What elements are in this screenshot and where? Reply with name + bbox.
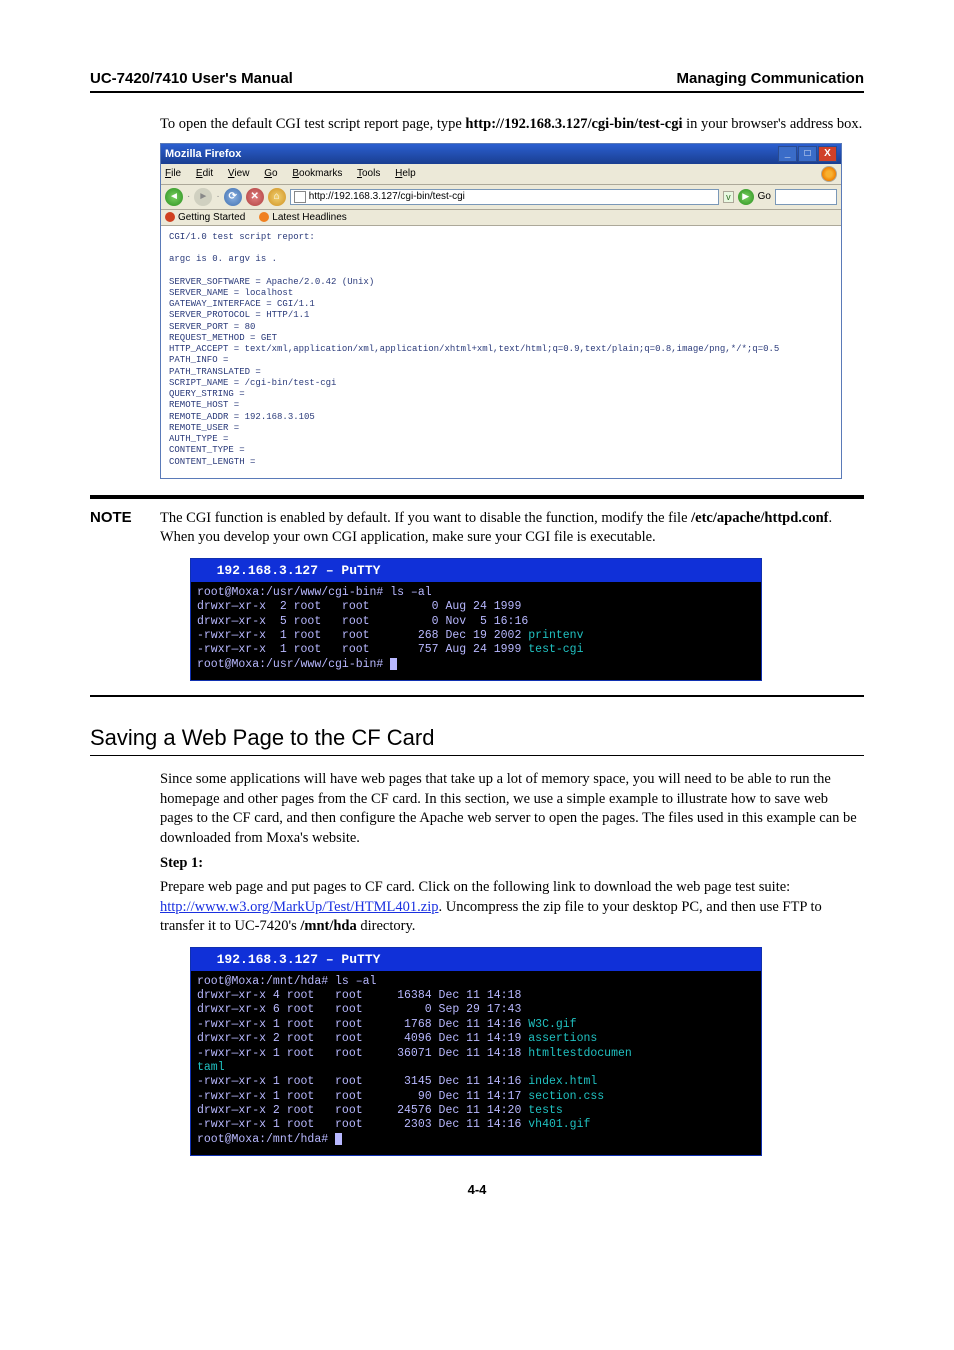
putty-body-2: root@Moxa:/mnt/hda# ls –al drwxr—xr-x 4 … (191, 971, 761, 1156)
step1-link[interactable]: http://www.w3.org/MarkUp/Test/HTML401.zi… (160, 899, 439, 915)
menu-view[interactable]: View (228, 168, 250, 179)
page-icon (294, 191, 306, 203)
menu-edit[interactable]: Edit (196, 168, 213, 179)
note-body: The CGI function is enabled by default. … (160, 509, 864, 548)
section-para1: Since some applications will have web pa… (160, 770, 864, 848)
home-icon[interactable]: ⌂ (268, 188, 286, 206)
dir-assertions: assertions (528, 1032, 597, 1045)
intro-post: in your browser's address box. (683, 116, 863, 132)
putty-body-1: root@Moxa:/usr/www/cgi-bin# ls –al drwxr… (191, 582, 761, 680)
note-bold: /etc/apache/httpd.conf (691, 510, 828, 526)
bookmark-latest-headlines[interactable]: Latest Headlines (259, 212, 347, 223)
menu-bookmarks[interactable]: Bookmarks (292, 168, 342, 179)
page: UC-7420/7410 User's Manual Managing Comm… (0, 0, 954, 1237)
intro-pre: To open the default CGI test script repo… (160, 116, 465, 132)
note-text-pre: The CGI function is enabled by default. … (160, 510, 691, 526)
note-divider-bottom (90, 695, 864, 697)
header-left: UC-7420/7410 User's Manual (90, 70, 293, 87)
throbber-icon (821, 166, 837, 182)
firefox-title-text: Mozilla Firefox (165, 148, 241, 160)
close-icon[interactable]: X (818, 146, 837, 162)
file-printenv: printenv (528, 629, 583, 642)
putty-title-1: 192.168.3.127 – PuTTY (191, 559, 761, 582)
bookmark-getting-started[interactable]: Getting Started (165, 212, 245, 223)
section-rule (90, 755, 864, 756)
page-number: 4-4 (90, 1182, 864, 1197)
stop-icon[interactable]: ✕ (246, 188, 264, 206)
bookmark-icon (259, 212, 269, 222)
address-bar[interactable]: http://192.168.3.127/cgi-bin/test-cgi (290, 189, 719, 205)
reload-icon[interactable]: ⟳ (224, 188, 242, 206)
firefox-menubar: File Edit View Go Bookmarks Tools Help (161, 164, 841, 185)
menu-help[interactable]: Help (395, 168, 416, 179)
forward-icon[interactable]: ► (194, 188, 212, 206)
firefox-toolbar: ◄ · ► · ⟳ ✕ ⌂ http://192.168.3.127/cgi-b… (161, 185, 841, 210)
bookmarks-bar: Getting Started Latest Headlines (161, 210, 841, 226)
file-sectioncss: section.css (528, 1090, 604, 1103)
firefox-page-content: CGI/1.0 test script report: argc is 0. a… (161, 226, 841, 478)
go-label: Go (758, 191, 771, 202)
cursor-icon (390, 658, 397, 670)
step1-a: Prepare web page and put pages to CF car… (160, 879, 790, 895)
putty-title-2: 192.168.3.127 – PuTTY (191, 948, 761, 971)
menu-go[interactable]: Go (264, 168, 277, 179)
file-vh401gif: vh401.gif (528, 1118, 590, 1131)
note-block: NOTE The CGI function is enabled by defa… (90, 509, 864, 548)
step1-c: directory. (357, 918, 416, 934)
window-controls: _ □ X (778, 146, 837, 162)
note-divider-top (90, 495, 864, 499)
minimize-icon[interactable]: _ (778, 146, 797, 162)
maximize-icon[interactable]: □ (798, 146, 817, 162)
file-htmltest-wrap: taml (197, 1061, 225, 1074)
step1-label: Step 1: (160, 855, 203, 871)
intro-paragraph: To open the default CGI test script repo… (160, 115, 864, 135)
file-indexhtml: index.html (528, 1075, 597, 1088)
back-icon[interactable]: ◄ (165, 188, 183, 206)
step1-bold: /mnt/hda (300, 918, 356, 934)
file-testcgi: test-cgi (528, 643, 583, 656)
address-text: http://192.168.3.127/cgi-bin/test-cgi (309, 191, 465, 202)
cursor-icon (335, 1133, 342, 1145)
search-box[interactable] (775, 189, 837, 205)
go-button[interactable]: ▶ (738, 189, 754, 205)
url-dropdown[interactable]: v (723, 191, 734, 203)
page-header: UC-7420/7410 User's Manual Managing Comm… (90, 70, 864, 93)
bookmark-icon (165, 212, 175, 222)
menu-tools[interactable]: Tools (357, 168, 380, 179)
section-body: Since some applications will have web pa… (160, 770, 864, 937)
section-heading: Saving a Web Page to the CF Card (90, 725, 864, 751)
dir-tests: tests (528, 1104, 563, 1117)
note-label: NOTE (90, 509, 160, 526)
firefox-window: Mozilla Firefox _ □ X File Edit View Go … (160, 143, 842, 479)
menu-file[interactable]: File (165, 168, 181, 179)
intro-url-bold: http://192.168.3.127/cgi-bin/test-cgi (465, 116, 682, 132)
file-htmltest: htmltestdocumen (528, 1047, 632, 1060)
putty-window-1: 192.168.3.127 – PuTTY root@Moxa:/usr/www… (190, 558, 762, 681)
firefox-titlebar: Mozilla Firefox _ □ X (161, 144, 841, 164)
putty-window-2: 192.168.3.127 – PuTTY root@Moxa:/mnt/hda… (190, 947, 762, 1157)
header-right: Managing Communication (677, 70, 865, 87)
file-w3cgif: W3C.gif (528, 1018, 576, 1031)
